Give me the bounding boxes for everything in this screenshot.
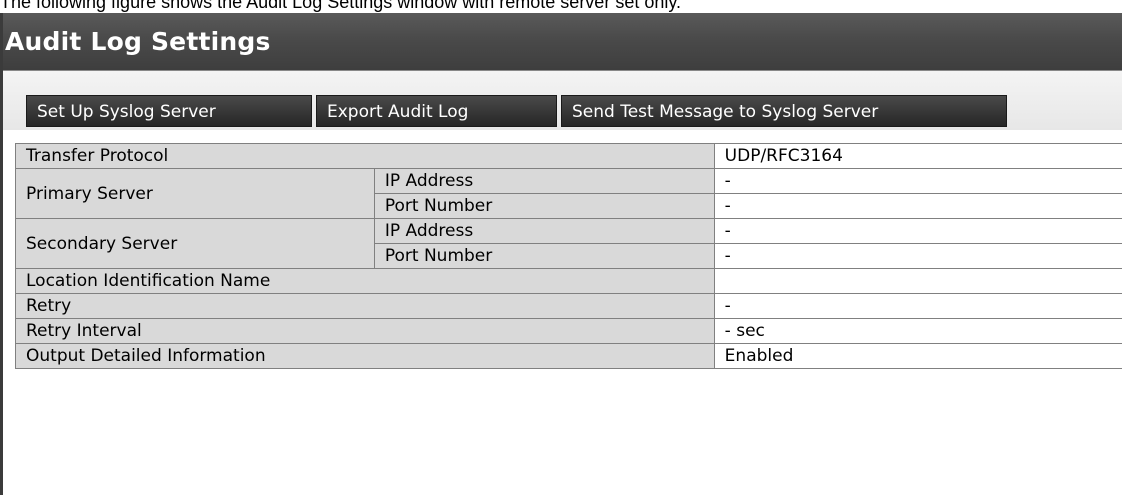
document-caption: The following figure shows the Audit Log… (0, 0, 682, 12)
retry-value: - (713, 293, 1122, 319)
output-detailed-information-value: Enabled (713, 343, 1122, 369)
transfer-protocol-label: Transfer Protocol (15, 143, 715, 169)
audit-log-settings-window: Audit Log Settings Set Up Syslog Server … (0, 13, 1122, 495)
retry-interval-label: Retry Interval (15, 318, 715, 344)
table-row: Location Identification Name (15, 268, 1122, 294)
action-toolbar: Set Up Syslog Server Export Audit Log Se… (3, 70, 1122, 130)
audit-log-settings-table: Transfer Protocol UDP/RFC3164 Primary Se… (15, 143, 1122, 369)
table-row: Output Detailed Information Enabled (15, 343, 1122, 369)
transfer-protocol-value: UDP/RFC3164 (713, 143, 1122, 169)
retry-label: Retry (15, 293, 715, 319)
primary-port-number-label: Port Number (373, 193, 715, 219)
primary-ip-address-label: IP Address (373, 168, 715, 194)
export-audit-log-button[interactable]: Export Audit Log (316, 95, 557, 127)
table-row: Transfer Protocol UDP/RFC3164 (15, 143, 1122, 169)
table-row: Secondary Server IP Address - (15, 218, 1122, 269)
primary-ip-address-value: - (713, 168, 1122, 194)
secondary-port-number-value: - (713, 243, 1122, 269)
secondary-server-label: Secondary Server (15, 218, 375, 269)
location-identification-name-label: Location Identification Name (15, 268, 715, 294)
secondary-ip-address-label: IP Address (373, 218, 715, 244)
send-test-message-button[interactable]: Send Test Message to Syslog Server (561, 95, 1007, 127)
primary-port-number-value: - (713, 193, 1122, 219)
location-identification-name-value (713, 268, 1122, 294)
retry-interval-value: - sec (713, 318, 1122, 344)
secondary-ip-address-value: - (713, 218, 1122, 244)
set-up-syslog-server-button[interactable]: Set Up Syslog Server (26, 95, 312, 127)
output-detailed-information-label: Output Detailed Information (15, 343, 715, 369)
table-row: Retry - (15, 293, 1122, 319)
secondary-port-number-label: Port Number (373, 243, 715, 269)
window-title: Audit Log Settings (5, 27, 271, 56)
window-title-bar: Audit Log Settings (3, 13, 1122, 70)
table-row: Retry Interval - sec (15, 318, 1122, 344)
primary-server-label: Primary Server (15, 168, 375, 219)
table-row: Primary Server IP Address - (15, 168, 1122, 219)
